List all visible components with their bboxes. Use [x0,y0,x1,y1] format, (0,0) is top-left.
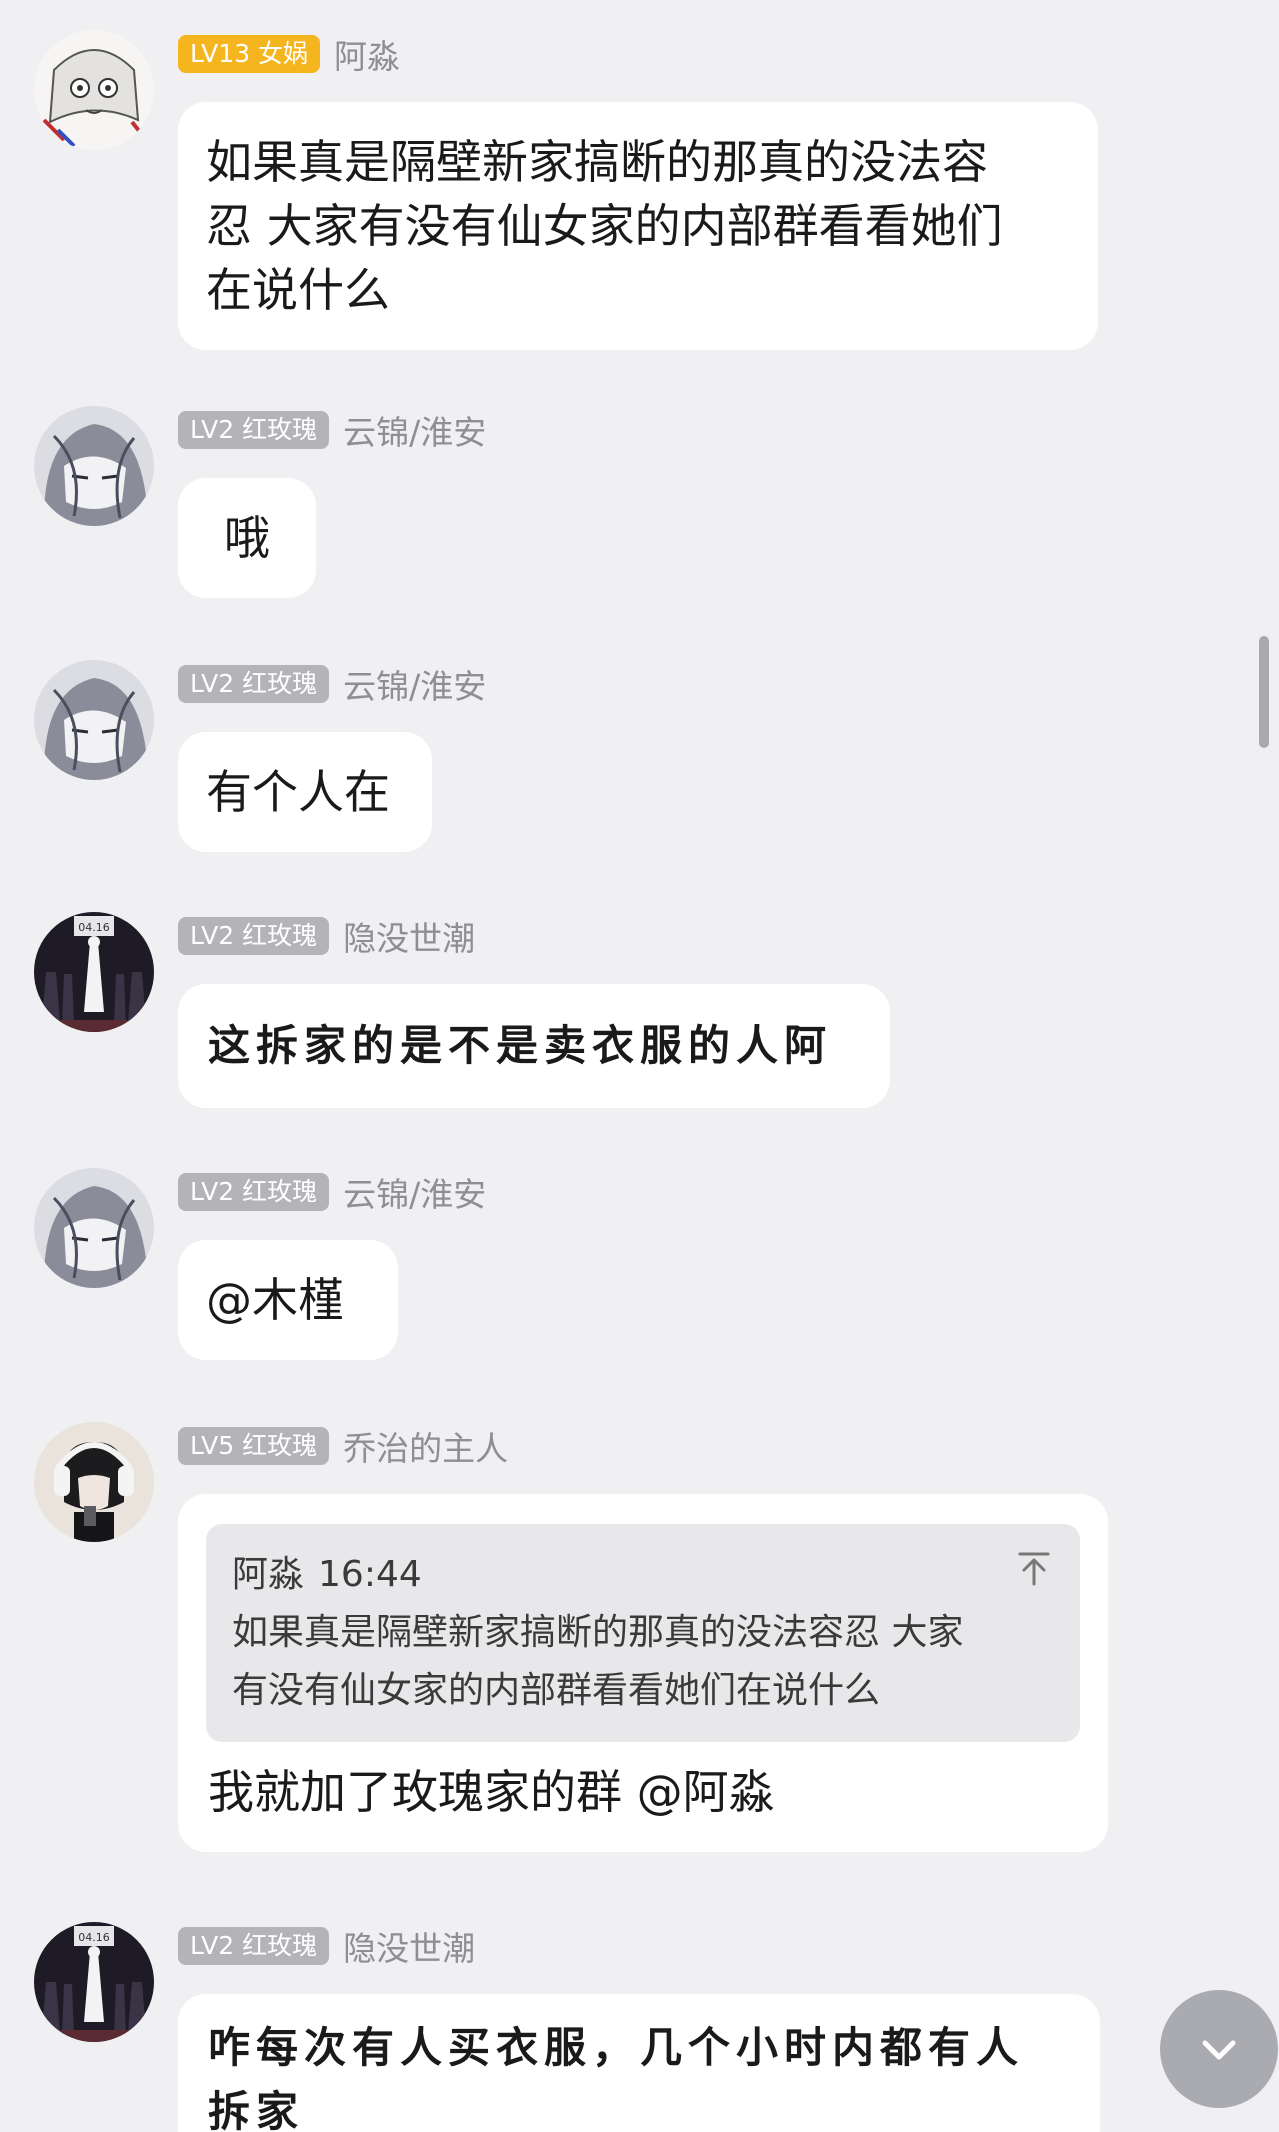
avatar-date-text: 04.16 [78,921,110,934]
user-avatar[interactable] [34,1168,154,1288]
message-line: 这拆家的是不是卖衣服的人阿 [208,1021,833,1070]
sender-nickname[interactable]: 云锦/淮安 [343,406,486,454]
message-bubble[interactable]: 哦 [178,478,316,598]
level-badge: LV5 红玫瑰 [178,1427,330,1465]
sender-nickname[interactable]: 阿淼 [334,30,400,78]
avatar-date-text: 04.16 [78,1931,110,1944]
quote-author: 阿淼 [232,1554,305,1595]
message-line: 咋每次有人买衣服，几个小时内都有人 [208,2023,1025,2072]
headphones-person-avatar-icon [34,1422,154,1542]
scrollbar-thumb[interactable] [1259,636,1269,748]
level-badge: LV2 红玫瑰 [178,917,330,955]
user-avatar[interactable]: 04.16 [34,1922,154,2042]
scroll-to-bottom-button[interactable] [1160,1990,1279,2110]
level-badge: LV2 红玫瑰 [178,1173,330,1211]
stage-scene-avatar-icon: 04.16 [34,1922,154,2042]
anime-grey-hair-avatar-icon [34,1168,154,1288]
quote-header: 阿淼 16:44 [232,1546,1054,1604]
scroll-button-circle [1160,1990,1278,2108]
quote-line: 如果真是隔壁新家搞断的那真的没法容忍 大家 [232,1612,964,1653]
anime-grey-hair-avatar-icon [34,406,154,526]
user-avatar[interactable] [34,660,154,780]
message-line: 忍 大家有没有仙女家的内部群看看她们 [206,199,1003,253]
user-avatar[interactable]: 04.16 [34,912,154,1032]
sender-nickname[interactable]: 乔治的主人 [343,1422,508,1470]
level-badge: LV2 红玫瑰 [178,665,330,703]
message-bubble[interactable]: 这拆家的是不是卖衣服的人阿 [178,984,890,1108]
user-avatar[interactable] [34,1422,154,1542]
sender-nickname[interactable]: 隐没世潮 [343,1922,475,1970]
message-bubble[interactable]: 有个人在 [178,732,432,852]
message-line: 我就加了玫瑰家的群 @阿淼 [208,1765,775,1819]
message-line: 拆家 [208,2087,305,2132]
sender-nickname[interactable]: 云锦/淮安 [343,1168,486,1216]
chat-message-list[interactable]: LV13 女娲 阿淼 如果真是隔壁新家搞断的那真的没法容 忍 大家有没有仙女家的… [0,0,1279,2132]
message-line: 哦 [224,511,270,565]
message-line: @木槿 [206,1273,344,1327]
sender-nickname[interactable]: 云锦/淮安 [343,660,486,708]
message-bubble[interactable]: 咋每次有人买衣服，几个小时内都有人 拆家 [178,1994,1100,2132]
message-bubble[interactable]: 阿淼 16:44 如果真是隔壁新家搞断的那真的没法容忍 大家 有没有仙女家的内部… [178,1494,1108,1852]
user-avatar[interactable] [34,30,154,150]
message-line: 在说什么 [206,263,390,317]
stage-scene-avatar-icon: 04.16 [34,912,154,1032]
message-line: 如果真是隔壁新家搞断的那真的没法容 [206,135,988,189]
anime-grey-hair-avatar-icon [34,660,154,780]
level-badge: LV13 女娲 [178,35,321,73]
chevron-down-icon [1202,2040,1236,2060]
quote-time: 16:44 [318,1554,422,1595]
level-badge: LV2 红玫瑰 [178,1927,330,1965]
message-bubble[interactable]: @木槿 [178,1240,398,1360]
level-badge: LV2 红玫瑰 [178,411,330,449]
anime-sketch-avatar-icon [34,30,154,150]
message-bubble[interactable]: 如果真是隔壁新家搞断的那真的没法容 忍 大家有没有仙女家的内部群看看她们 在说什… [178,102,1098,350]
message-line: 有个人在 [206,765,390,819]
quote-line: 有没有仙女家的内部群看看她们在说什么 [232,1670,881,1711]
jump-to-top-icon[interactable] [1014,1548,1054,1588]
sender-nickname[interactable]: 隐没世潮 [343,912,475,960]
quoted-message[interactable]: 阿淼 16:44 如果真是隔壁新家搞断的那真的没法容忍 大家 有没有仙女家的内部… [206,1524,1080,1742]
user-avatar[interactable] [34,406,154,526]
